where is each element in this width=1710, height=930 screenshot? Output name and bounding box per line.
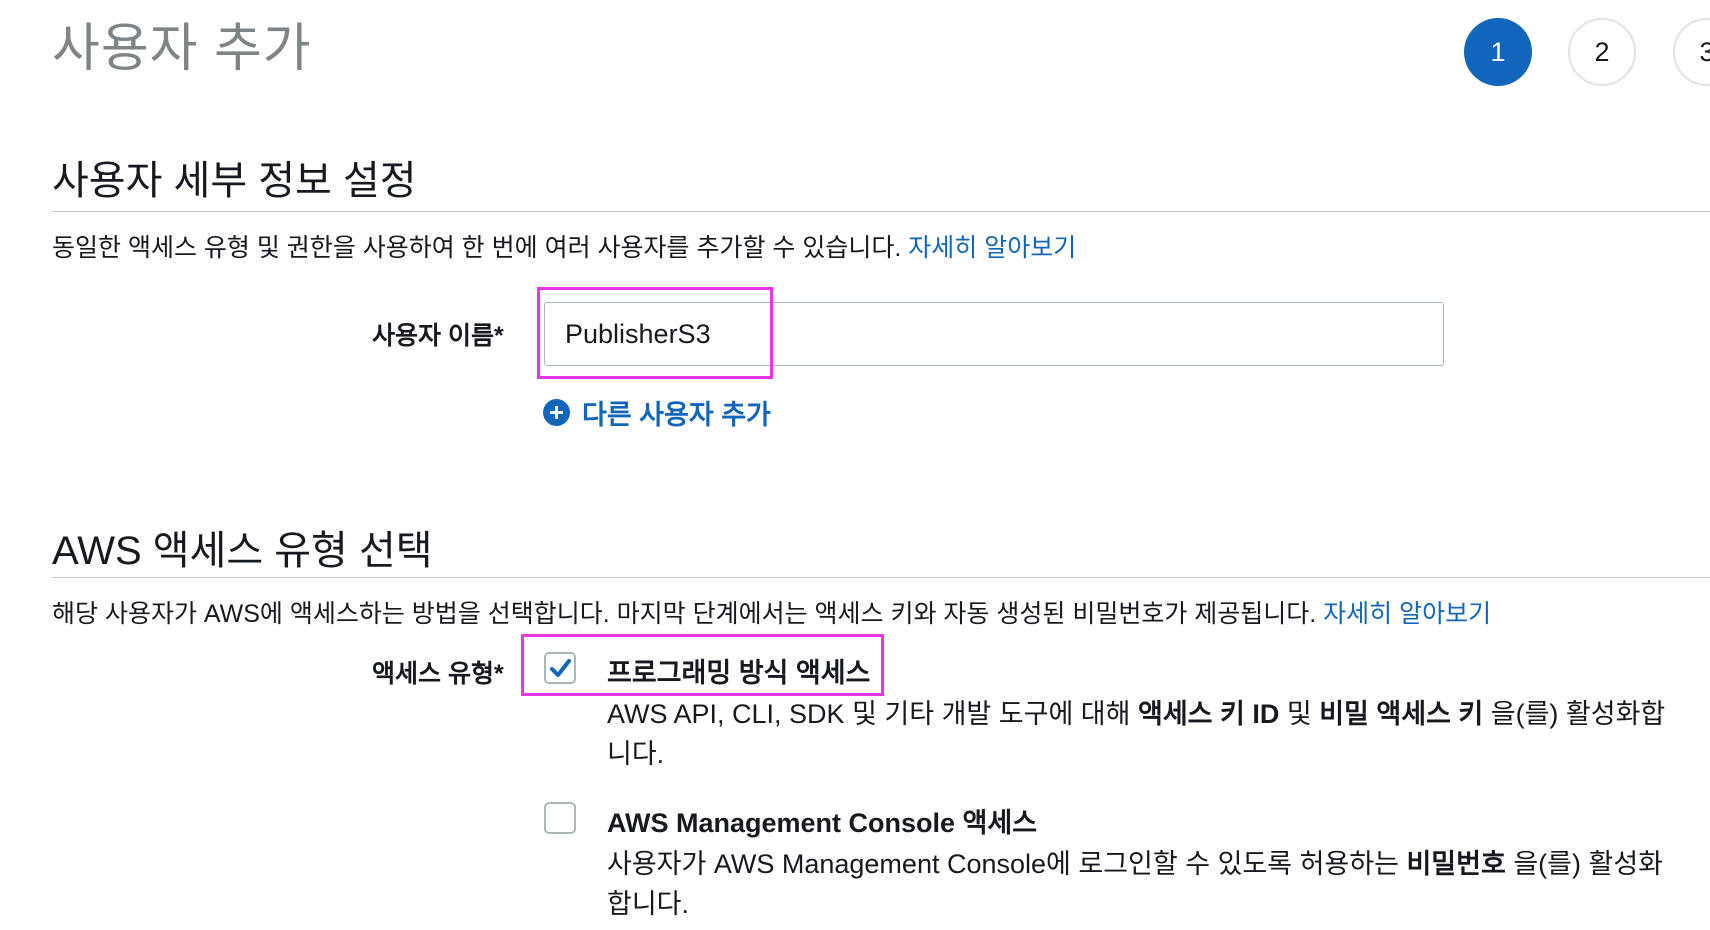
console-access-title: AWS Management Console 액세스 — [607, 808, 1038, 838]
access-type-description-text: 해당 사용자가 AWS에 액세스하는 방법을 선택합니다. 마지막 단계에서는 … — [52, 600, 1324, 628]
console-access-checkbox[interactable] — [544, 802, 576, 834]
add-another-user-link[interactable]: 다른 사용자 추가 — [543, 393, 771, 432]
access-type-description: 해당 사용자가 AWS에 액세스하는 방법을 선택합니다. 마지막 단계에서는 … — [52, 594, 1491, 630]
learn-more-link[interactable]: 자세히 알아보기 — [1323, 600, 1491, 628]
page-title: 사용자 추가 — [52, 20, 312, 78]
desc-text: 사용자가 AWS Management Console에 로그인할 수 있도록 … — [607, 849, 1407, 879]
desc-text: 및 — [1279, 699, 1320, 729]
access-type-section-title: AWS 액세스 유형 선택 — [52, 529, 433, 573]
plus-circle-icon — [543, 399, 570, 426]
section-divider — [52, 577, 1710, 578]
username-label: 사용자 이름* — [372, 322, 504, 350]
user-details-description: 동일한 액세스 유형 및 권한을 사용하여 한 번에 여러 사용자를 추가할 수… — [52, 228, 1076, 264]
console-access-description: 사용자가 AWS Management Console에 로그인할 수 있도록 … — [607, 844, 1687, 924]
desc-bold-text: 액세스 키 ID — [1137, 699, 1280, 729]
step-2-indicator[interactable]: 2 — [1568, 18, 1636, 86]
desc-bold-text: 비밀 액세스 키 — [1319, 699, 1484, 729]
step-3-indicator[interactable]: 3 — [1673, 18, 1710, 86]
user-details-description-text: 동일한 액세스 유형 및 권한을 사용하여 한 번에 여러 사용자를 추가할 수… — [52, 234, 909, 262]
desc-text: AWS API, CLI, SDK 및 기타 개발 도구에 대해 — [607, 699, 1138, 729]
desc-bold-text: 비밀번호 — [1406, 849, 1506, 879]
add-another-user-label: 다른 사용자 추가 — [582, 400, 771, 430]
programmatic-access-description: AWS API, CLI, SDK 및 기타 개발 도구에 대해 액세스 키 I… — [607, 694, 1687, 774]
step-1-indicator[interactable]: 1 — [1464, 18, 1532, 86]
learn-more-link[interactable]: 자세히 알아보기 — [908, 234, 1076, 262]
add-user-page: 사용자 추가 1 2 3 사용자 세부 정보 설정 동일한 액세스 유형 및 권… — [0, 0, 1710, 930]
section-divider — [52, 211, 1710, 212]
access-type-label: 액세스 유형* — [372, 660, 504, 688]
username-highlight-box — [537, 287, 773, 379]
user-details-section-title: 사용자 세부 정보 설정 — [52, 159, 417, 203]
programmatic-access-highlight-box — [521, 634, 884, 696]
